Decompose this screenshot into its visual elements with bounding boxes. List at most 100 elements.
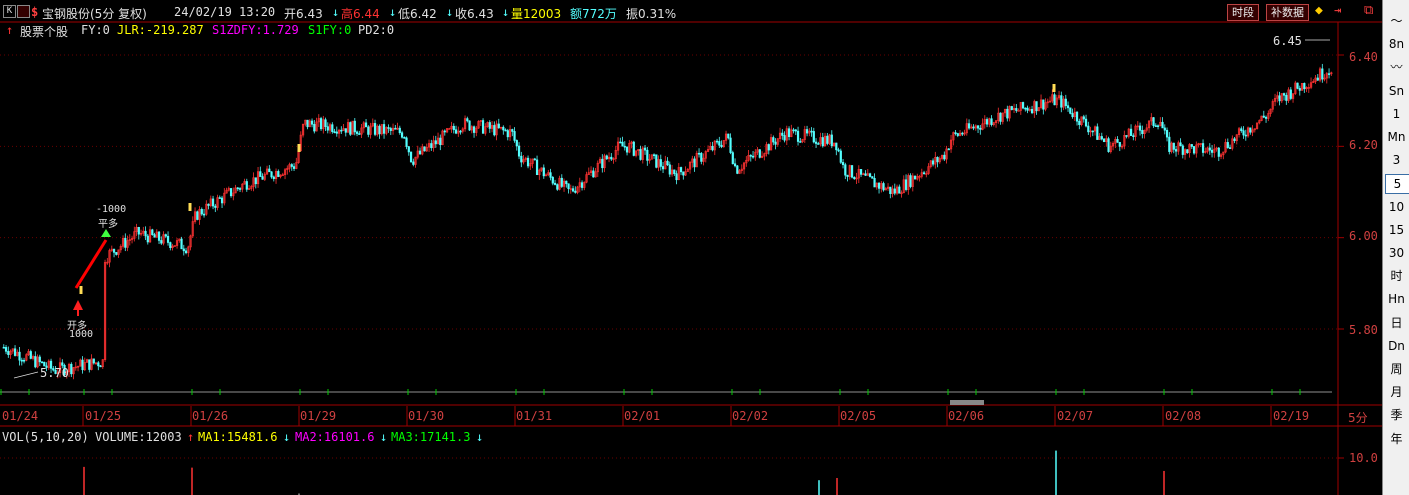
sidebar-period-7[interactable]: 5 <box>1385 174 1409 195</box>
price-axis-label: 6.40 <box>1349 50 1378 64</box>
candle-down <box>772 137 775 143</box>
sidebar-period-15[interactable]: 周 <box>1385 360 1408 378</box>
sidebar-period-6[interactable]: 3 <box>1385 151 1408 169</box>
candle-down <box>1210 149 1214 153</box>
candle-down <box>1087 125 1090 133</box>
candle-down <box>211 198 215 207</box>
candle-down <box>1278 95 1281 102</box>
candle-down <box>535 159 539 176</box>
candle-down <box>387 127 390 129</box>
sidebar-period-9[interactable]: 15 <box>1385 221 1408 239</box>
candle-down <box>353 120 356 133</box>
candle-down <box>290 164 293 167</box>
candle-down <box>961 132 964 135</box>
candle-down <box>1289 89 1292 99</box>
low-price-pointer <box>13 371 39 379</box>
candle-down <box>409 151 413 163</box>
sidebar-period-5[interactable]: Mn <box>1385 128 1408 146</box>
period-button[interactable]: 时段 <box>1227 4 1259 21</box>
fill-data-button[interactable]: 补数据 <box>1266 4 1309 21</box>
sidebar-period-11[interactable]: 时 <box>1385 267 1408 285</box>
candle-down <box>202 213 206 216</box>
sidebar-period-10[interactable]: 30 <box>1385 244 1408 262</box>
indicator-jlr: JLR:-219.287 <box>117 23 204 37</box>
candle-down <box>439 137 442 146</box>
sidebar-period-18[interactable]: 年 <box>1385 430 1408 448</box>
date-label: 01/24 <box>2 409 39 423</box>
menu-icon[interactable] <box>17 5 30 18</box>
candle-down <box>877 182 881 189</box>
candle-down <box>1138 125 1142 131</box>
candle-down <box>394 127 397 130</box>
period-unit-label[interactable]: 5分 <box>1348 409 1368 426</box>
candle-down <box>137 227 140 235</box>
candle-down <box>711 145 714 151</box>
candle-down <box>38 356 41 363</box>
candle-down <box>659 159 662 167</box>
low-price-label: 5.70 <box>40 366 69 380</box>
candle-down <box>412 161 415 165</box>
volume-ma1: MA1:15481.6 <box>198 430 278 444</box>
date-label: 02/06 <box>948 409 985 423</box>
candle-down <box>97 362 100 367</box>
candle-down <box>1282 93 1286 96</box>
sidebar-period-3[interactable]: Sn <box>1385 82 1408 100</box>
sidebar-period-13[interactable]: 日 <box>1385 314 1408 332</box>
kline-mode-icon[interactable]: K <box>3 5 16 18</box>
sidebar-period-1[interactable]: 8n <box>1385 35 1408 53</box>
sidebar-period-2[interactable]: 〰 <box>1385 58 1408 76</box>
sidebar-period-12[interactable]: Hn <box>1385 290 1408 308</box>
candle-down <box>151 229 154 235</box>
candle-down <box>839 150 842 163</box>
candle-down <box>985 119 989 125</box>
candle-down <box>1228 147 1232 149</box>
candle-down <box>1186 149 1189 154</box>
signal-top-text: 平多 <box>98 219 118 230</box>
restore-window-icon[interactable]: ⧉ <box>1364 3 1373 18</box>
volume-ma3: MA3:17141.3 <box>391 430 471 444</box>
sidebar-period-4[interactable]: 1 <box>1385 105 1408 123</box>
candle-down <box>207 203 210 206</box>
candle-down <box>605 155 608 160</box>
sidebar-period-17[interactable]: 季 <box>1385 406 1408 424</box>
candle-down <box>153 234 156 238</box>
sidebar-period-14[interactable]: Dn <box>1385 337 1408 355</box>
stock-name[interactable]: 宝钢股份(5分 复权) <box>42 5 147 22</box>
indicator-name[interactable]: 股票个股 <box>20 23 68 40</box>
volume-indicator-name[interactable]: VOL(5,10,20) <box>2 430 89 444</box>
candle-down <box>837 149 840 152</box>
candle-down <box>434 140 437 145</box>
sidebar-period-0[interactable]: 〜 <box>1385 12 1408 30</box>
candle-down <box>355 131 359 134</box>
candle-down <box>1116 139 1119 143</box>
candle-down <box>292 166 296 169</box>
high-price-label: 6.45 <box>1273 34 1302 48</box>
candle-up <box>1017 110 1020 112</box>
date-label: 01/30 <box>408 409 445 423</box>
candle-down <box>184 250 188 254</box>
ma2-arrow-icon: ↓ <box>380 430 388 444</box>
candle-down <box>1042 99 1045 110</box>
date-label: 02/05 <box>840 409 877 423</box>
candle-down <box>794 129 797 132</box>
candle-down <box>92 358 95 364</box>
candle-down <box>679 167 683 173</box>
candle-down <box>454 129 458 134</box>
candle-down <box>99 365 102 368</box>
candle-down <box>1071 113 1074 118</box>
candle-down <box>164 234 167 237</box>
diamond-icon[interactable]: ◆ <box>1315 3 1323 18</box>
candle-down <box>144 230 147 237</box>
candle-down <box>81 359 84 371</box>
candle-down <box>661 166 665 170</box>
price-axis-label: 6.00 <box>1349 229 1378 243</box>
candle-down <box>565 180 568 185</box>
candle-down <box>625 146 629 153</box>
export-icon[interactable]: ⇥ <box>1334 3 1341 17</box>
candle-down <box>313 123 316 132</box>
candle-down <box>623 145 626 148</box>
candle-down <box>592 170 595 178</box>
sidebar-period-16[interactable]: 月 <box>1385 383 1408 401</box>
sidebar-period-8[interactable]: 10 <box>1385 198 1408 216</box>
candle-down <box>324 119 327 127</box>
